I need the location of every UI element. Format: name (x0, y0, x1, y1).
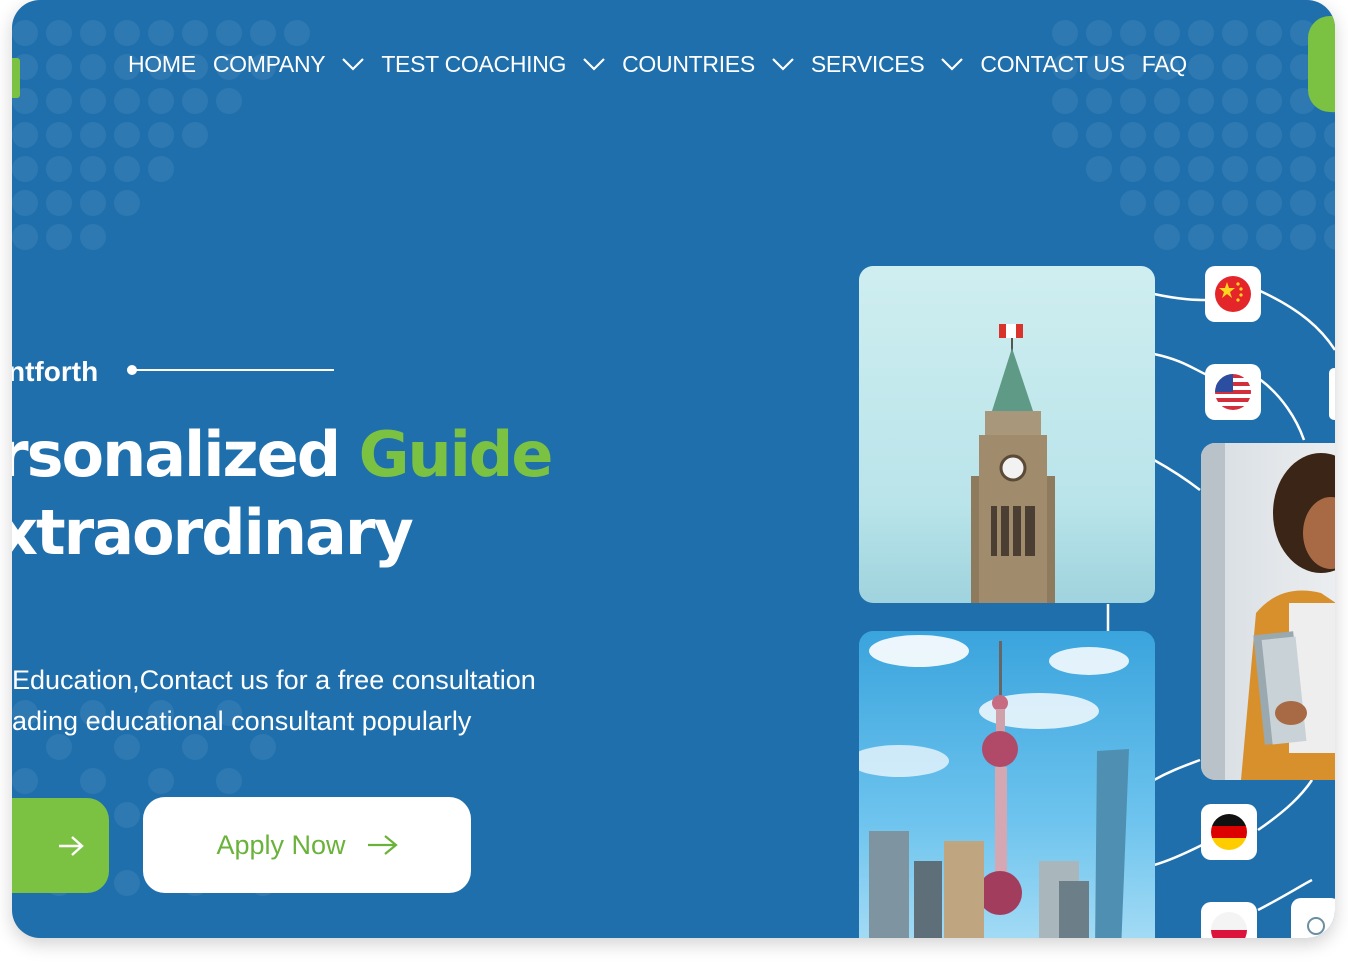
side-card-fragment (1329, 368, 1335, 420)
tower-illustration (971, 324, 1055, 603)
globe-icon[interactable] (1291, 898, 1335, 938)
student-image (1201, 443, 1335, 780)
student-illustration (1201, 443, 1335, 780)
hero-section: HOME COMPANY TEST COACHING COUNTRIES SER… (12, 0, 1335, 938)
peace-tower-image (859, 266, 1155, 603)
poland-flag-icon[interactable] (1201, 902, 1257, 938)
germany-flag-icon[interactable] (1201, 804, 1257, 860)
shanghai-skyline-image (859, 631, 1155, 938)
china-flag-icon[interactable] (1205, 266, 1261, 322)
skyline-illustration (859, 635, 1129, 938)
usa-flag-icon[interactable] (1205, 364, 1261, 420)
